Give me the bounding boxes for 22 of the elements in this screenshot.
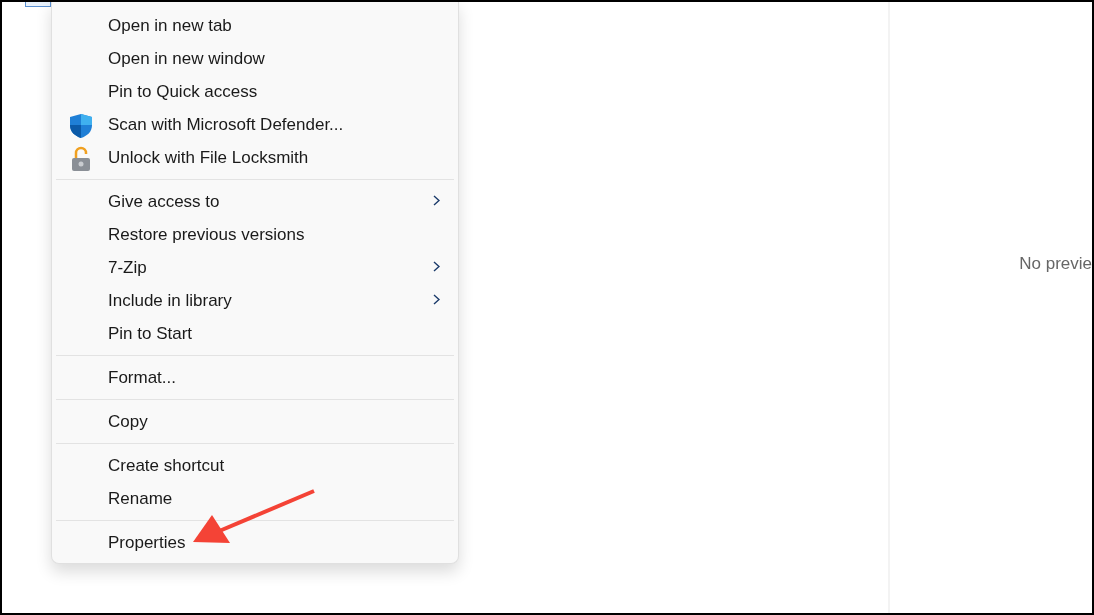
menu-item[interactable]: Properties — [56, 526, 454, 559]
menu-item[interactable]: Create shortcut — [56, 449, 454, 482]
shield-icon — [69, 113, 93, 139]
menu-item[interactable]: Open in new window — [56, 42, 454, 75]
menu-item[interactable]: Rename — [56, 482, 454, 515]
chevron-right-icon — [433, 294, 440, 305]
menu-item[interactable]: Pin to Start — [56, 317, 454, 350]
menu-item[interactable]: Unlock with File Locksmith — [56, 141, 454, 174]
file-icon — [25, 2, 51, 7]
menu-item[interactable]: Open in new tab — [56, 9, 454, 42]
menu-item[interactable]: 7-Zip — [56, 251, 454, 284]
chevron-right-icon — [433, 261, 440, 272]
menu-item[interactable]: Pin to Quick access — [56, 75, 454, 108]
chevron-right-icon — [433, 195, 440, 206]
menu-item[interactable]: Restore previous versions — [56, 218, 454, 251]
padlock-icon — [69, 146, 93, 172]
menu-item[interactable]: Scan with Microsoft Defender... — [56, 108, 454, 141]
preview-message: No previe — [1019, 253, 1092, 274]
menu-item[interactable]: Include in library — [56, 284, 454, 317]
menu-item[interactable]: Give access to — [56, 185, 454, 218]
menu-item[interactable]: Format... — [56, 361, 454, 394]
menu-item[interactable]: Copy — [56, 405, 454, 438]
